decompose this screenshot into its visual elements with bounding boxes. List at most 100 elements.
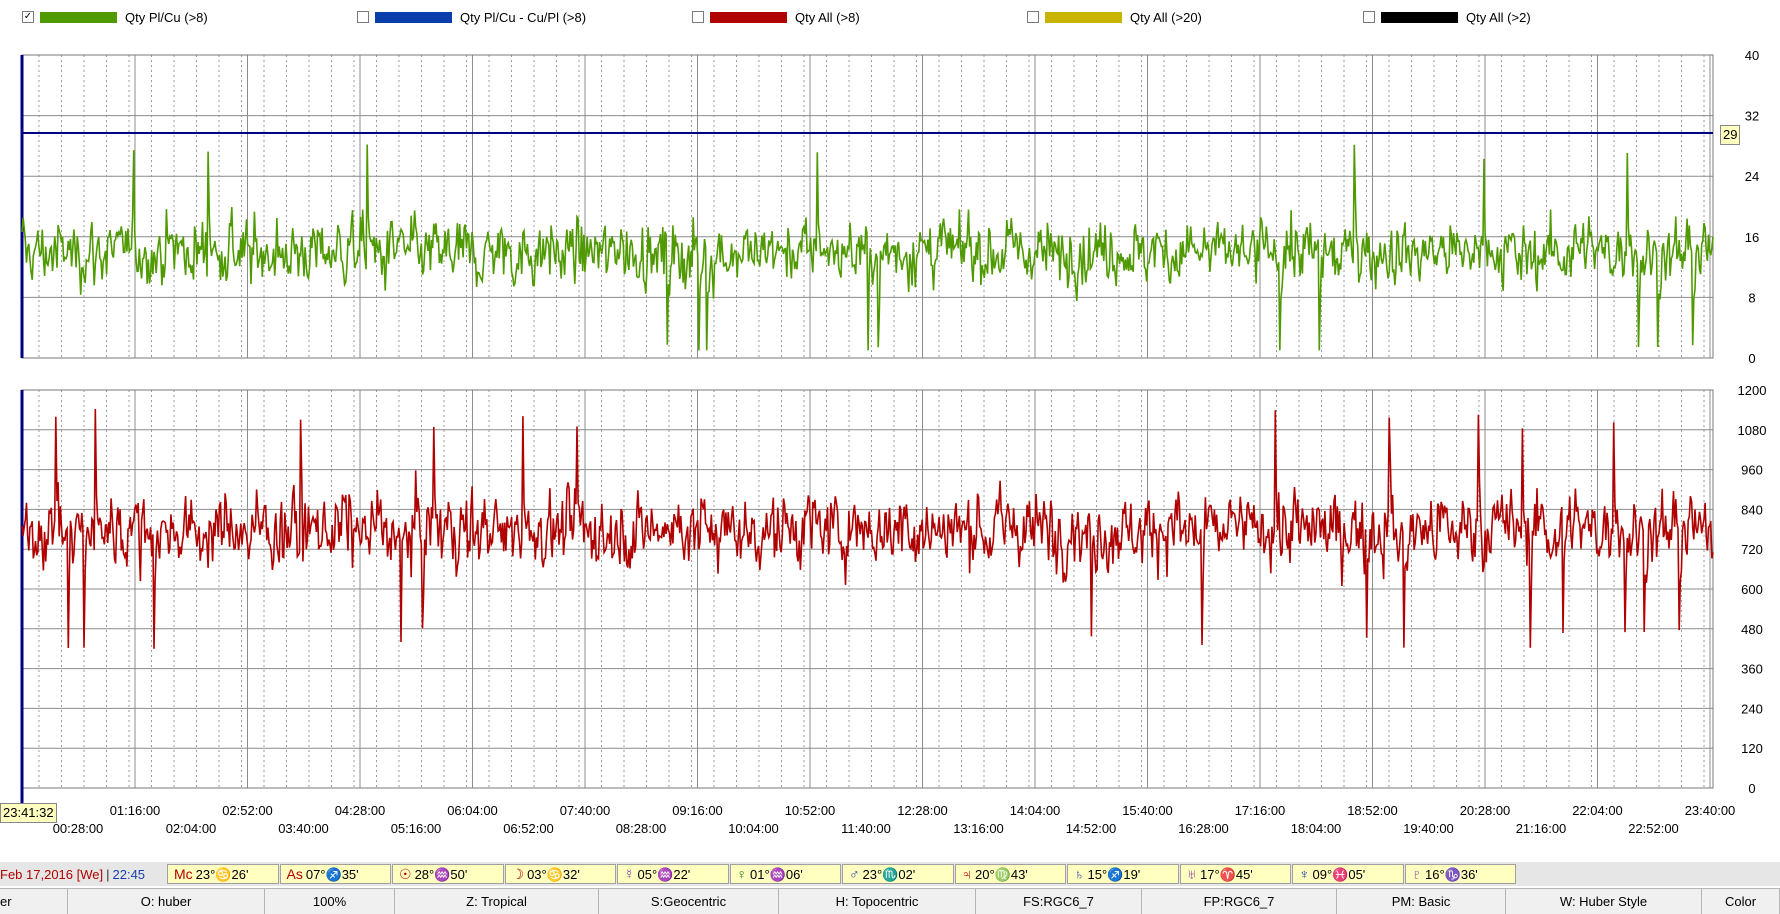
y-tick-label: 960 — [1741, 463, 1763, 478]
planet-position-cell[interactable]: ♇ 16°♑36' — [1404, 864, 1516, 884]
x-tick-label: 00:28:00 — [53, 821, 104, 836]
cursor-time-label: 23:41:32 — [0, 803, 57, 823]
x-tick-label: 07:40:00 — [560, 803, 611, 818]
x-tick-label: 02:04:00 — [166, 821, 217, 836]
x-tick-label: 13:16:00 — [953, 821, 1004, 836]
y-tick-label: 40 — [1745, 48, 1759, 63]
x-tick-label: 19:40:00 — [1403, 821, 1454, 836]
x-tick-label: 05:16:00 — [391, 821, 442, 836]
y-tick-label: 1080 — [1738, 423, 1767, 438]
planet-position-cell[interactable]: ☉ 28°♒50' — [392, 864, 504, 884]
planet-position-text: 07°♐35' — [305, 867, 359, 882]
x-tick-label: 08:28:00 — [616, 821, 667, 836]
x-tick-label: 18:52:00 — [1347, 803, 1398, 818]
status-bar-cell[interactable]: W: Huber Style — [1506, 889, 1702, 914]
planet-glyph-icon: ♅ — [1186, 866, 1198, 882]
x-tick-label: 20:28:00 — [1460, 803, 1511, 818]
date-separator: | — [106, 866, 110, 882]
threshold-marker-label: 29 — [1720, 125, 1741, 145]
y-tick-label: 0 — [1748, 781, 1755, 796]
planet-glyph-icon: ♄ — [1074, 866, 1085, 882]
planet-glyph-icon: ♇ — [1411, 866, 1423, 882]
x-tick-label: 18:04:00 — [1291, 821, 1342, 836]
date-display: Feb 17,2016 [We] | 22:45 — [0, 862, 145, 886]
planet-position-text: 03°♋32' — [527, 867, 580, 882]
planet-glyph-icon: ♀ — [736, 866, 748, 882]
planet-positions-bar: Feb 17,2016 [We] | 22:45 Mc 23°♋26' As 07°♐… — [0, 862, 1780, 886]
planet-glyph-icon: ☿ — [624, 866, 635, 882]
planet-glyph-icon: ♆ — [1299, 866, 1310, 882]
x-tick-label: 22:04:00 — [1572, 803, 1623, 818]
x-tick-label: 04:28:00 — [335, 803, 386, 818]
y-tick-label: 720 — [1741, 542, 1763, 557]
planet-position-cell[interactable]: ♆ 09°♓05' — [1292, 864, 1404, 884]
y-tick-label: 1200 — [1738, 383, 1767, 398]
planet-glyph-icon: ☉ — [399, 866, 412, 882]
x-tick-label: 10:04:00 — [728, 821, 779, 836]
status-bar-cell[interactable]: Color — [1702, 889, 1780, 914]
status-bar-cell[interactable]: PM: Basic — [1337, 889, 1506, 914]
x-tick-label: 06:04:00 — [447, 803, 498, 818]
planet-position-text: 23°♏02' — [862, 867, 916, 882]
x-tick-label: 17:16:00 — [1235, 803, 1286, 818]
planet-position-cell[interactable]: ♅ 17°♈45' — [1179, 864, 1291, 884]
y-tick-label: 8 — [1748, 290, 1755, 305]
status-bar-cell[interactable]: O: huber — [68, 889, 265, 914]
planet-position-text: 28°♒50' — [414, 867, 468, 882]
x-tick-label: 09:16:00 — [672, 803, 723, 818]
x-tick-label: 03:40:00 — [278, 821, 329, 836]
planet-glyph-icon: ♃ — [961, 866, 973, 882]
y-tick-label: 840 — [1741, 502, 1763, 517]
x-tick-label: 01:16:00 — [110, 803, 161, 818]
status-bar-cell[interactable]: FS:RGC6_7 — [976, 889, 1142, 914]
planet-position-cell[interactable]: ♃ 20°♍43' — [954, 864, 1066, 884]
date-text: Feb 17,2016 [We] — [0, 866, 104, 882]
status-bar-cell[interactable]: Z: Tropical — [395, 889, 599, 914]
x-tick-label: 12:28:00 — [897, 803, 948, 818]
status-bar-cell[interactable]: 100% — [265, 889, 395, 914]
x-tick-label: 02:52:00 — [222, 803, 273, 818]
status-bar-cell[interactable]: H: Topocentric — [779, 889, 976, 914]
status-bar-cell[interactable]: FP:RGC6_7 — [1142, 889, 1337, 914]
status-bar-cell[interactable]: S:Geocentric — [599, 889, 779, 914]
x-tick-label: 23:40:00 — [1685, 803, 1736, 818]
planet-position-text: 09°♓05' — [1312, 867, 1366, 882]
planet-position-text: 01°♒06' — [750, 867, 803, 882]
planet-position-text: 17°♈45' — [1200, 867, 1253, 882]
y-tick-label: 360 — [1741, 662, 1763, 677]
planet-position-cell[interactable]: ♀ 01°♒06' — [729, 864, 841, 884]
x-tick-label: 22:52:00 — [1628, 821, 1679, 836]
planet-position-text: 23°♋26' — [195, 867, 249, 882]
y-tick-label: 16 — [1745, 230, 1759, 245]
x-tick-label: 10:52:00 — [785, 803, 836, 818]
planet-position-cell[interactable]: As 07°♐35' — [279, 864, 391, 884]
y-tick-label: 32 — [1745, 109, 1759, 124]
status-bar-cell[interactable]: er — [0, 889, 68, 914]
y-tick-label: 240 — [1741, 701, 1763, 716]
x-tick-label: 14:52:00 — [1066, 821, 1117, 836]
planet-glyph-icon: Mc — [174, 866, 193, 882]
planet-position-cell[interactable]: ♂ 23°♏02' — [842, 864, 954, 884]
planet-position-text: 15°♐19' — [1087, 867, 1141, 882]
x-tick-label: 14:04:00 — [1010, 803, 1061, 818]
planet-position-cell[interactable]: Mc 23°♋26' — [167, 864, 279, 884]
x-tick-label: 16:28:00 — [1178, 821, 1229, 836]
x-tick-label: 21:16:00 — [1516, 821, 1567, 836]
x-tick-label: 15:40:00 — [1122, 803, 1173, 818]
chart-area: 0 8 16 24 32 40 0 120 240 360 480 600 720 840 960 1080 1… — [20, 48, 1767, 836]
planet-position-cell[interactable]: ☽ 03°♋32' — [504, 864, 616, 884]
planet-glyph-icon: ☽ — [511, 866, 525, 882]
y-tick-label: 600 — [1741, 582, 1763, 597]
y-tick-label: 480 — [1741, 622, 1763, 637]
planet-position-cell[interactable]: ☿ 05°♒22' — [617, 864, 729, 884]
planet-glyph-icon: ♂ — [849, 866, 860, 882]
planet-position-text: 05°♒22' — [637, 867, 691, 882]
x-tick-label: 11:40:00 — [841, 821, 891, 836]
y-tick-label: 24 — [1745, 169, 1759, 184]
planet-position-cell[interactable]: ♄ 15°♐19' — [1067, 864, 1179, 884]
planet-position-text: 16°♑36' — [1425, 867, 1478, 882]
series-line — [21, 408, 1714, 649]
y-tick-label: 120 — [1741, 741, 1763, 756]
x-tick-label: 06:52:00 — [503, 821, 554, 836]
y-tick-label: 0 — [1748, 351, 1755, 366]
